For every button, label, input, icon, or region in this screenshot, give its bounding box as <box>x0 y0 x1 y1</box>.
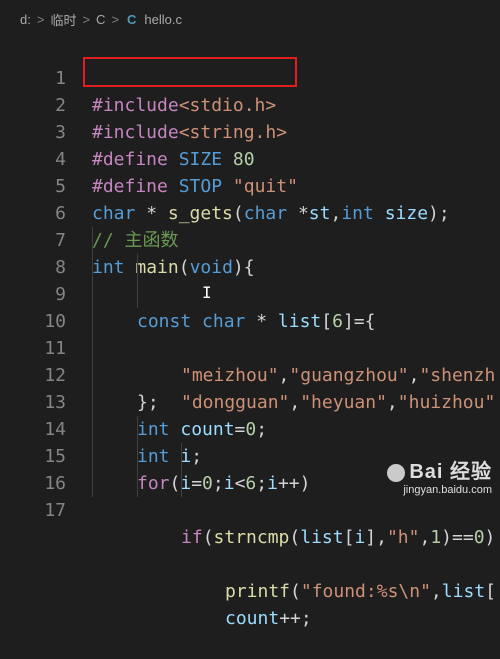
code-punctuation: [ <box>343 527 355 548</box>
breadcrumb-file[interactable]: hello.c <box>144 12 182 27</box>
code-punctuation: [ <box>485 581 496 602</box>
watermark-main: Bai 经验 <box>409 461 492 483</box>
indent-guide <box>92 416 93 443</box>
control-keyword: if <box>181 527 203 548</box>
code-punctuation: ( <box>289 527 301 548</box>
code-editor[interactable]: 1 #include<stdio.h> 2 #include<string.h>… <box>0 38 500 629</box>
number-literal: 0 <box>473 527 485 548</box>
indent-guide <box>181 443 182 470</box>
paw-icon <box>387 463 406 482</box>
code-punctuation: ( <box>290 581 301 602</box>
variable-name: list <box>441 581 486 602</box>
indent-guide <box>92 308 93 335</box>
code-line-11[interactable]: 11 }; <box>0 308 500 413</box>
breadcrumb: d: > 临时 > C > C hello.c <box>0 0 500 38</box>
indent-guide <box>137 416 138 443</box>
line-number: 17 <box>44 500 66 521</box>
breadcrumb-separator: > <box>82 11 91 27</box>
code-line-12[interactable]: 12 int count=0; <box>0 335 500 440</box>
code-line-15[interactable]: 15 if(strncmp(list[i],"h",1)==0) <box>0 416 500 548</box>
indent-guide <box>92 362 93 389</box>
breadcrumb-folder-c[interactable]: C <box>96 12 105 27</box>
number-literal: 1 <box>430 527 442 548</box>
code-punctuation: ++; <box>279 608 312 629</box>
watermark: Bai 经验 jingyan.baidu.com <box>387 455 492 496</box>
indent-guide <box>92 335 93 362</box>
function-name: printf <box>225 581 291 602</box>
indent-guide <box>92 389 93 416</box>
indent-guide <box>92 227 93 254</box>
variable-name: list <box>300 527 344 548</box>
variable-name: i <box>354 527 366 548</box>
indent-guide <box>181 470 182 497</box>
variable-name: count <box>225 608 280 629</box>
indent-guide <box>92 254 93 281</box>
code-line-4[interactable]: 4 #define STOP "quit" <box>0 119 500 197</box>
indent-guide <box>137 443 138 470</box>
indent-guide <box>92 281 93 308</box>
code-line-13[interactable]: 13 int i; <box>0 362 500 467</box>
string-literal: "h" <box>386 527 420 548</box>
text-cursor-icon: I <box>202 283 212 302</box>
c-file-icon: C <box>127 11 137 27</box>
code-line-6[interactable]: 6 // 主函数 <box>0 173 500 251</box>
code-punctuation: ( <box>202 527 214 548</box>
code-line-7[interactable]: 7 int main(void){ <box>0 200 500 278</box>
function-name: strncmp <box>213 527 290 548</box>
code-line-14[interactable]: 14 for(i=0;i<6;i++) <box>0 389 500 494</box>
code-punctuation: , <box>430 581 442 602</box>
code-line-8[interactable]: 8 const char * list[6]={ <box>0 227 500 332</box>
string-literal: "found:%s\n" <box>300 581 431 602</box>
code-line-5[interactable]: 5 char * s_gets(char *st,int size); <box>0 146 500 224</box>
code-punctuation: , <box>419 527 431 548</box>
code-line-9[interactable]: 9 "meizhou","guangzhou","shenzh <box>0 254 500 386</box>
indent-guide <box>92 443 93 470</box>
breadcrumb-separator: > <box>36 11 45 27</box>
breadcrumb-drive[interactable]: d: <box>20 12 31 27</box>
indent-guide <box>137 470 138 497</box>
indent-guide <box>137 281 138 308</box>
breadcrumb-folder-temp[interactable]: 临时 <box>50 10 76 29</box>
breadcrumb-separator: > <box>111 11 120 27</box>
indent-guide <box>92 470 93 497</box>
watermark-sub: jingyan.baidu.com <box>403 484 492 496</box>
highlight-box <box>83 57 297 87</box>
code-line-3[interactable]: 3 #define SIZE 80 <box>0 92 500 170</box>
indent-guide <box>137 254 138 281</box>
code-punctuation: ) <box>484 527 496 548</box>
code-punctuation: )== <box>441 527 474 548</box>
code-line-10[interactable]: 10 "dongguan","heyuan","huizhou" <box>0 281 500 413</box>
code-punctuation: ], <box>365 527 387 548</box>
